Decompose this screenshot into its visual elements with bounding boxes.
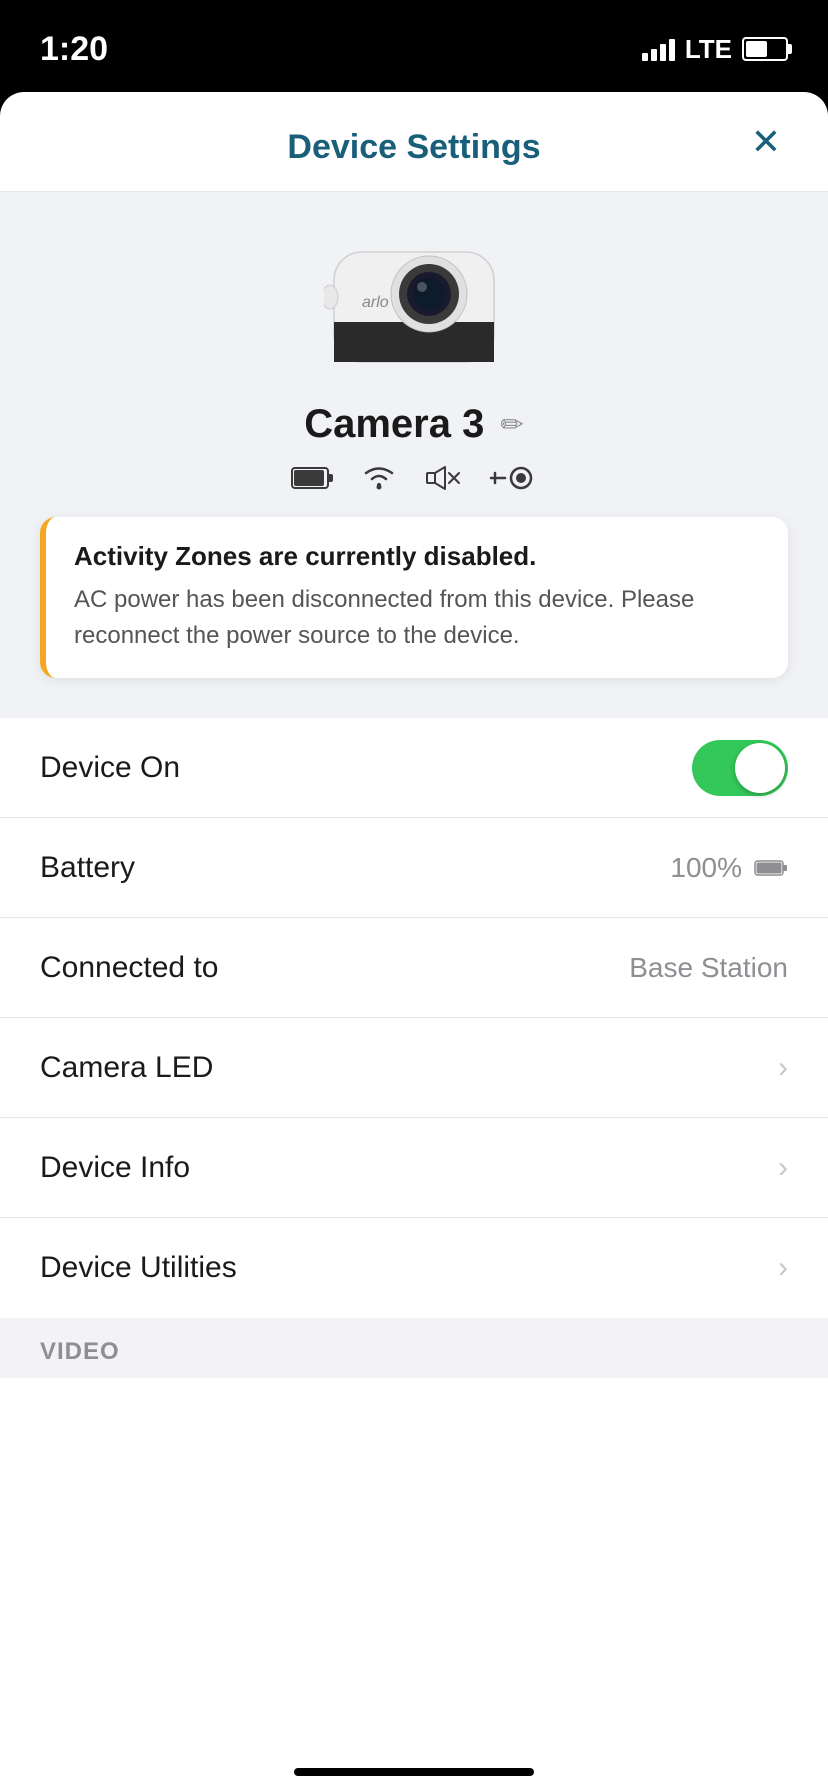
battery-level-icon xyxy=(291,465,335,491)
battery-full-icon xyxy=(754,859,788,877)
device-on-label: Device On xyxy=(40,751,180,785)
svg-text:arlo: arlo xyxy=(362,294,389,311)
video-section-label: VIDEO xyxy=(40,1338,120,1365)
device-utilities-label: Device Utilities xyxy=(40,1251,237,1285)
signal-icon xyxy=(642,37,675,61)
settings-sheet: Device Settings ✕ xyxy=(0,92,828,1792)
device-on-toggle[interactable] xyxy=(692,740,788,796)
close-button[interactable]: ✕ xyxy=(744,120,788,164)
device-info-label: Device Info xyxy=(40,1151,190,1185)
battery-status-icon xyxy=(742,37,788,61)
battery-percent: 100% xyxy=(670,852,742,884)
toggle-thumb xyxy=(735,743,785,793)
sheet-header: Device Settings ✕ xyxy=(0,92,828,192)
device-status-icons-row xyxy=(291,463,537,493)
device-hero: arlo Camera 3 ✏ xyxy=(0,192,828,718)
edit-name-icon[interactable]: ✏ xyxy=(500,408,523,441)
settings-list: Device On Battery 100% Connected to Base… xyxy=(0,718,828,1318)
speaker-icon xyxy=(423,463,463,493)
status-time: 1:20 xyxy=(40,30,108,69)
device-info-row[interactable]: Device Info › xyxy=(0,1118,828,1218)
close-icon: ✕ xyxy=(751,124,781,160)
status-icons: LTE xyxy=(642,34,788,65)
camera-led-chevron-icon: › xyxy=(778,1051,788,1085)
home-indicator xyxy=(294,1768,534,1776)
status-bar: 1:20 LTE xyxy=(0,0,828,88)
warning-body: AC power has been disconnected from this… xyxy=(74,582,760,654)
device-utilities-chevron-icon: › xyxy=(778,1251,788,1285)
camera-led-label: Camera LED xyxy=(40,1051,213,1085)
warning-box: Activity Zones are currently disabled. A… xyxy=(40,517,788,678)
device-on-row[interactable]: Device On xyxy=(0,718,828,818)
battery-value: 100% xyxy=(670,852,788,884)
sheet-title: Device Settings xyxy=(287,128,540,167)
connected-to-value: Base Station xyxy=(629,952,788,984)
camera-led-row[interactable]: Camera LED › xyxy=(0,1018,828,1118)
battery-label: Battery xyxy=(40,851,135,885)
device-utilities-row[interactable]: Device Utilities › xyxy=(0,1218,828,1318)
device-name: Camera 3 xyxy=(304,402,484,447)
wifi-icon xyxy=(359,463,399,493)
device-info-chevron-icon: › xyxy=(778,1151,788,1185)
connection-value: Base Station xyxy=(629,952,788,984)
lte-label: LTE xyxy=(685,34,732,65)
camera-image: arlo xyxy=(324,222,504,382)
motion-icon xyxy=(487,463,537,493)
battery-row: Battery 100% xyxy=(0,818,828,918)
warning-title: Activity Zones are currently disabled. xyxy=(74,541,760,572)
connected-to-row: Connected to Base Station xyxy=(0,918,828,1018)
video-section-header: VIDEO xyxy=(0,1318,828,1378)
device-name-row: Camera 3 ✏ xyxy=(304,402,524,447)
connected-to-label: Connected to xyxy=(40,951,218,985)
